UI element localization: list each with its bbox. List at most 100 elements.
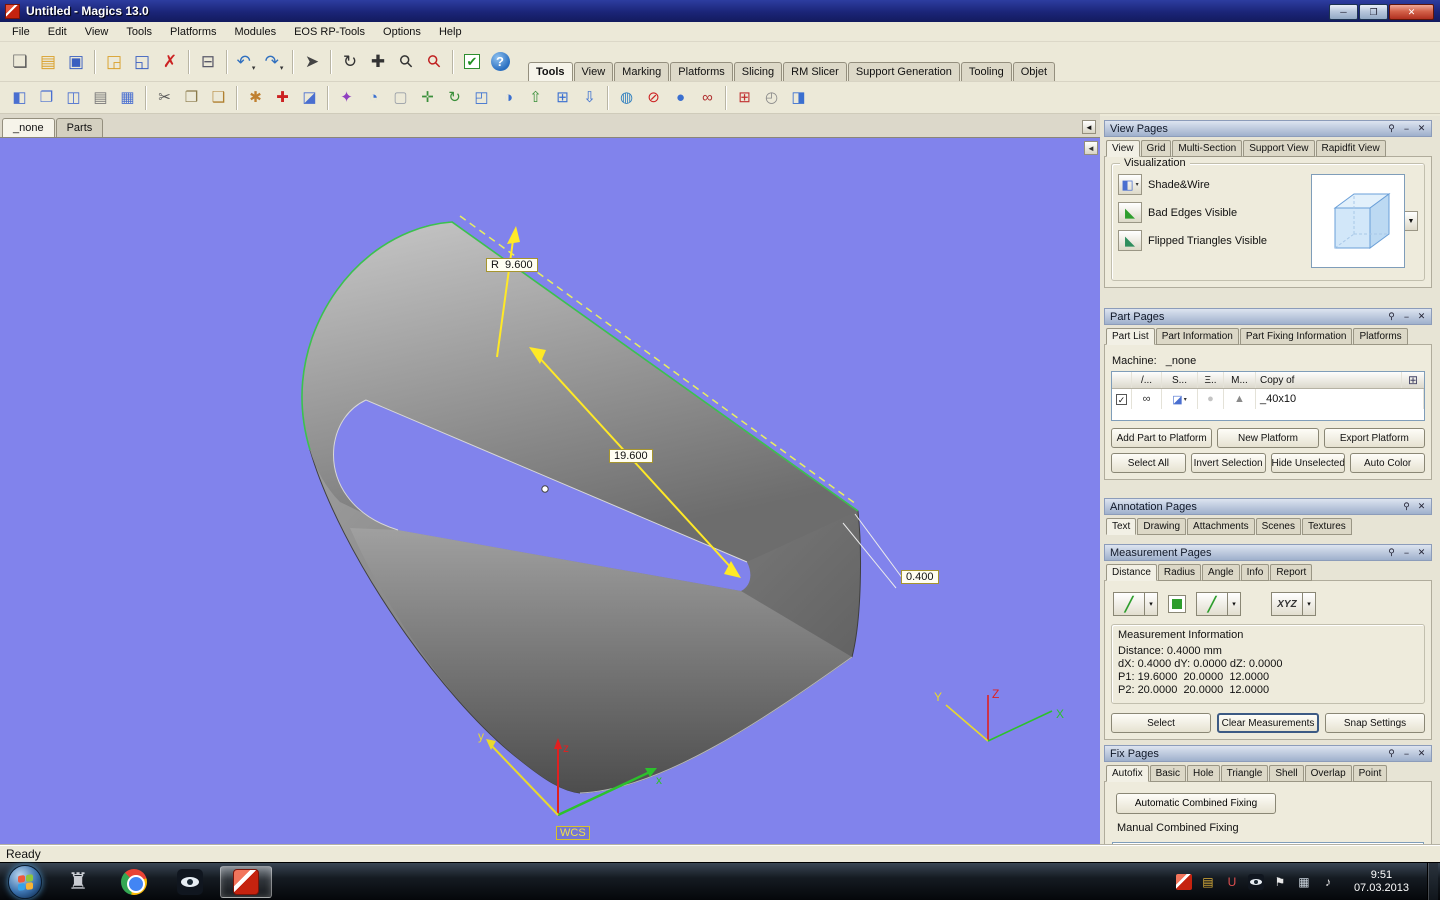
cut-icon[interactable]: ✂ xyxy=(151,85,178,111)
tab-platforms[interactable]: Platforms xyxy=(1353,328,1407,345)
menu-file[interactable]: File xyxy=(3,23,39,41)
rotate-view-icon[interactable]: ↻ xyxy=(336,48,364,76)
close-panel-icon[interactable]: ✕ xyxy=(1415,747,1428,760)
undo-icon[interactable]: ↶▾ xyxy=(232,48,260,76)
auto-color-button[interactable]: Auto Color xyxy=(1350,453,1425,473)
zoom-view-icon[interactable]: ⚲ xyxy=(392,48,420,76)
orientation-icon[interactable]: ◔ xyxy=(360,85,387,111)
add-part-icon[interactable]: ✚ xyxy=(269,85,296,111)
menu-platforms[interactable]: Platforms xyxy=(161,23,225,41)
new-platform-button[interactable]: New Platform xyxy=(1217,428,1318,448)
paste-icon[interactable]: ❑ xyxy=(205,85,232,111)
column-m[interactable]: M... xyxy=(1224,372,1256,388)
menu-eos-rp-tools[interactable]: EOS RP-Tools xyxy=(285,23,374,41)
help-icon[interactable]: ? xyxy=(486,48,514,76)
toolbar-tab-marking[interactable]: Marking xyxy=(614,62,669,81)
tab-triangle[interactable]: Triangle xyxy=(1221,765,1269,782)
tab-hole[interactable]: Hole xyxy=(1187,765,1220,782)
menu-modules[interactable]: Modules xyxy=(226,23,286,41)
view-cube-dropdown[interactable]: ▼ xyxy=(1405,211,1418,231)
part-support-icon[interactable]: ▲ xyxy=(1224,389,1256,409)
tab-support-view[interactable]: Support View xyxy=(1243,140,1314,157)
collapse-icon[interactable]: − xyxy=(1400,747,1413,760)
measure-line-tool-dropdown[interactable]: ▾ xyxy=(1228,592,1241,616)
eye-tray-icon[interactable] xyxy=(1248,874,1264,890)
save-platform-icon[interactable]: ◱ xyxy=(128,48,156,76)
column-copy-of[interactable]: Copy of xyxy=(1256,372,1402,388)
open-file-icon[interactable]: ▤ xyxy=(34,48,62,76)
menu-tools[interactable]: Tools xyxy=(117,23,161,41)
tab-view[interactable]: View xyxy=(1106,140,1140,157)
toolbar-tab-platforms[interactable]: Platforms xyxy=(670,62,732,81)
close-panel-icon[interactable]: ✕ xyxy=(1415,546,1428,559)
new-scene-icon[interactable]: ◪ xyxy=(296,85,323,111)
tab-textures[interactable]: Textures xyxy=(1302,518,1352,535)
view-cube-preview[interactable] xyxy=(1311,174,1405,268)
tab-attachments[interactable]: Attachments xyxy=(1187,518,1255,535)
stl-export-icon[interactable]: ▤ xyxy=(87,85,114,111)
toolbar-tab-support-generation[interactable]: Support Generation xyxy=(848,62,960,81)
close-button[interactable]: ✕ xyxy=(1389,4,1434,20)
pan-hand-icon[interactable]: ✱ xyxy=(242,85,269,111)
merge-parts-icon[interactable]: ▦ xyxy=(114,85,141,111)
slice-preview-icon[interactable]: ◴ xyxy=(758,85,785,111)
save-file-icon[interactable]: ▣ xyxy=(62,48,90,76)
tab-info[interactable]: Info xyxy=(1241,564,1270,581)
tab-report[interactable]: Report xyxy=(1270,564,1312,581)
copy-icon[interactable]: ❐ xyxy=(178,85,205,111)
usb-tray-icon[interactable]: U xyxy=(1224,874,1240,890)
duplicate-part-icon[interactable]: ❐ xyxy=(33,85,60,111)
automatic-combined-fixing-button[interactable]: Automatic Combined Fixing xyxy=(1116,793,1276,814)
tab-autofix[interactable]: Autofix xyxy=(1106,765,1149,782)
tab-part-fixing-information[interactable]: Part Fixing Information xyxy=(1240,328,1353,345)
taskbar-app-chrome[interactable] xyxy=(108,866,160,898)
magic-fix-icon[interactable]: ✦ xyxy=(333,85,360,111)
viewport-3d[interactable]: z x y Z Y X R 9.600 19.600 0.400 WCS ◄ xyxy=(0,138,1100,845)
shade-wire-icon-dropdown[interactable]: ▾ xyxy=(1136,181,1139,188)
column-[interactable]: Ξ.. xyxy=(1198,372,1224,388)
properties-icon[interactable]: ◨ xyxy=(785,85,812,111)
panel-collapse-button[interactable]: ◄ xyxy=(1084,141,1098,155)
table-grid-icon[interactable]: ⊞ xyxy=(1402,372,1424,388)
display-tray-icon[interactable]: ▦ xyxy=(1296,874,1312,890)
nest-parts-icon[interactable]: ⇩ xyxy=(576,85,603,111)
select-button[interactable]: Select xyxy=(1111,713,1211,733)
lift-part-icon[interactable]: ⇧ xyxy=(522,85,549,111)
part-visible-icon[interactable]: ∞ xyxy=(1132,389,1162,409)
export-platform-button[interactable]: Export Platform xyxy=(1324,428,1425,448)
sphere-view-icon[interactable]: ● xyxy=(667,85,694,111)
scale-part-icon[interactable]: ◰ xyxy=(468,85,495,111)
pin-icon[interactable]: ⚲ xyxy=(1385,747,1398,760)
snap-settings-button[interactable]: Snap Settings xyxy=(1325,713,1425,733)
tab-overlap[interactable]: Overlap xyxy=(1305,765,1352,782)
pan-view-icon[interactable]: ✚ xyxy=(364,48,392,76)
close-panel-icon[interactable]: ✕ xyxy=(1415,122,1428,135)
collapse-icon[interactable]: − xyxy=(1400,122,1413,135)
collapse-icon[interactable]: − xyxy=(1400,310,1413,323)
measure-line-tool[interactable]: ╱ xyxy=(1196,592,1228,616)
pin-icon[interactable]: ⚲ xyxy=(1385,546,1398,559)
start-button[interactable] xyxy=(8,865,42,899)
new-document-icon[interactable]: ❏ xyxy=(6,48,34,76)
tab-shell[interactable]: Shell xyxy=(1269,765,1303,782)
part-shade-icon[interactable]: ◪▾ xyxy=(1162,389,1198,409)
part-color-icon[interactable]: ● xyxy=(1198,389,1224,409)
clear-measurements-button[interactable]: Clear Measurements xyxy=(1217,713,1319,733)
mirror-part-icon[interactable]: ◑ xyxy=(495,85,522,111)
tab-point[interactable]: Point xyxy=(1353,765,1388,782)
hide-unselected-button[interactable]: Hide Unselected xyxy=(1271,453,1346,473)
measure-distance-tool[interactable]: ╱ xyxy=(1113,592,1145,616)
tab-multi-section[interactable]: Multi-Section xyxy=(1172,140,1242,157)
rotate-part-icon[interactable]: ↻ xyxy=(441,85,468,111)
toolbar-tab-tools[interactable]: Tools xyxy=(528,62,573,81)
toolbar-tab-rm-slicer[interactable]: RM Slicer xyxy=(783,62,847,81)
taskbar-app-viewer[interactable] xyxy=(164,866,216,898)
part-name[interactable]: _40x10 xyxy=(1256,389,1424,409)
toolbar-tab-objet[interactable]: Objet xyxy=(1013,62,1055,81)
magics-tray-icon[interactable] xyxy=(1176,874,1192,890)
verify-icon[interactable]: ✔ xyxy=(458,48,486,76)
part-checkbox[interactable]: ✓ xyxy=(1112,389,1132,409)
document-tab-none[interactable]: _none xyxy=(2,118,55,137)
measure-distance-tool-dropdown[interactable]: ▾ xyxy=(1145,592,1158,616)
ghost-part-icon[interactable]: ▢ xyxy=(387,85,414,111)
